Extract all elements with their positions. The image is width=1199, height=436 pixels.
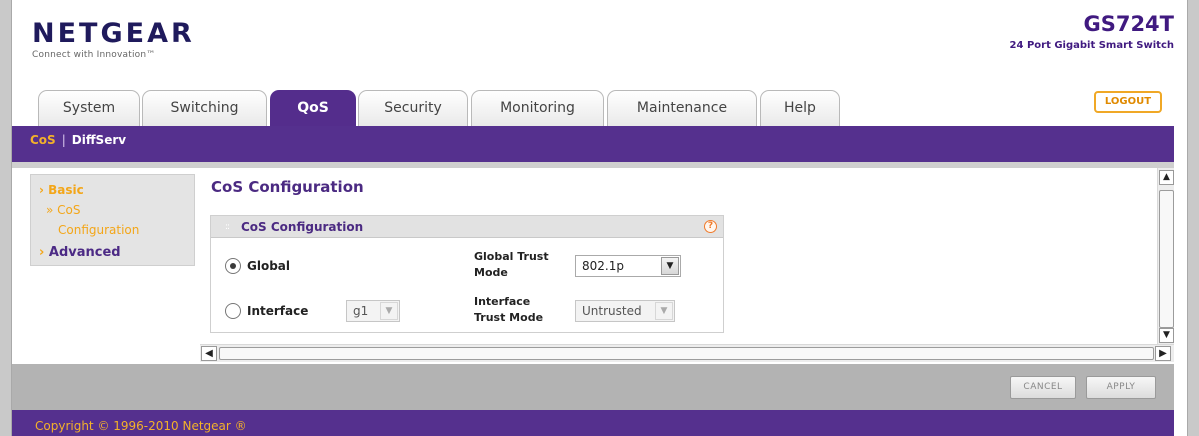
horizontal-scrollbar[interactable]: ◀ ▶ [200, 344, 1174, 362]
tab-monitoring[interactable]: Monitoring [471, 90, 604, 126]
model-name: GS724T [1083, 12, 1174, 36]
chevron-down-icon: ▼ [380, 302, 398, 320]
model-description: 24 Port Gigabit Smart Switch [1009, 40, 1174, 51]
chevron-icon: » [46, 203, 58, 217]
sidebar: › Basic » CoS Configuration › Advanced [30, 174, 195, 266]
scroll-down-icon[interactable]: ▼ [1159, 328, 1174, 343]
interface-value: g1 [353, 304, 369, 318]
global-trust-mode-label-line1: Global Trust [474, 250, 549, 263]
scroll-up-icon[interactable]: ▲ [1159, 170, 1174, 185]
model-info: GS724T 24 Port Gigabit Smart Switch [1010, 12, 1174, 51]
global-trust-mode-value: 802.1p [582, 259, 624, 273]
interface-trust-mode-select[interactable]: Untrusted ▼ [575, 300, 675, 322]
tab-maintenance[interactable]: Maintenance [607, 90, 757, 126]
horizontal-scroll-thumb[interactable] [219, 347, 1154, 360]
subnav: CoS | DiffServ [30, 133, 126, 147]
interface-label: Interface [247, 304, 309, 318]
chevron-down-icon: ▼ [655, 302, 673, 320]
tab-qos[interactable]: QoS [270, 90, 356, 128]
cos-config-panel: :: CoS Configuration ? Global Global Tru… [210, 215, 724, 333]
netgear-logo: NETGEAR Connect with Innovation™ [32, 18, 195, 61]
interface-select[interactable]: g1 ▼ [346, 300, 400, 322]
subnav-item-diffserv[interactable]: DiffServ [72, 133, 126, 147]
page: NETGEAR Connect with Innovation™ GS724T … [0, 0, 1199, 436]
right-frame-border [1187, 0, 1199, 436]
sidebar-cos-line2: Configuration [58, 223, 140, 237]
interface-trust-mode-label-line1: Interface [474, 295, 531, 308]
chevron-down-icon: ▼ [661, 257, 679, 275]
sidebar-item-basic[interactable]: › Basic [39, 183, 84, 197]
sidebar-item-advanced[interactable]: › Advanced [39, 245, 121, 260]
panel-header: :: CoS Configuration ? [211, 216, 723, 238]
sidebar-cos-line1: CoS [57, 203, 81, 217]
panel-title: CoS Configuration [241, 220, 364, 234]
global-trust-mode-label: Global Trust Mode [474, 249, 549, 281]
subnav-band [12, 126, 1174, 162]
subnav-separator: | [61, 133, 66, 147]
interface-trust-mode-value: Untrusted [582, 304, 642, 318]
sidebar-item-cos-configuration[interactable]: » CoS Configuration [46, 200, 139, 240]
copyright-text: Copyright © 1996-2010 Netgear ® [35, 419, 247, 433]
brand-tagline: Connect with Innovation™ [32, 50, 156, 60]
tab-security[interactable]: Security [358, 90, 468, 126]
brand-name: NETGEAR [32, 18, 195, 49]
interface-trust-mode-label-line2: Trust Mode [474, 311, 544, 324]
scroll-right-icon[interactable]: ▶ [1155, 346, 1171, 361]
global-trust-mode-label-line2: Mode [474, 266, 508, 279]
tab-switching[interactable]: Switching [142, 90, 267, 126]
global-radio[interactable] [225, 258, 241, 274]
cancel-button[interactable]: CANCEL [1010, 376, 1076, 399]
vertical-scrollbar[interactable]: ▲ ▼ [1157, 168, 1174, 344]
sidebar-basic-label: Basic [48, 183, 84, 197]
left-frame-border [0, 0, 12, 436]
vertical-scroll-thumb[interactable] [1159, 190, 1174, 328]
grip-icon: :: [225, 222, 230, 232]
interface-radio[interactable] [225, 303, 241, 319]
tab-system[interactable]: System [38, 90, 140, 126]
interface-trust-mode-label: Interface Trust Mode [474, 294, 543, 326]
action-bar [12, 364, 1174, 410]
apply-button[interactable]: APPLY [1086, 376, 1156, 399]
help-icon[interactable]: ? [704, 220, 717, 233]
subnav-item-cos[interactable]: CoS [30, 133, 56, 147]
global-label: Global [247, 259, 291, 273]
global-trust-mode-select[interactable]: 802.1p ▼ [575, 255, 681, 277]
chevron-right-icon: › [39, 245, 49, 260]
logout-button[interactable]: LOGOUT [1094, 91, 1162, 113]
page-title: CoS Configuration [211, 178, 364, 196]
tab-help[interactable]: Help [760, 90, 840, 126]
sidebar-advanced-label: Advanced [48, 245, 121, 260]
scroll-left-icon[interactable]: ◀ [201, 346, 217, 361]
